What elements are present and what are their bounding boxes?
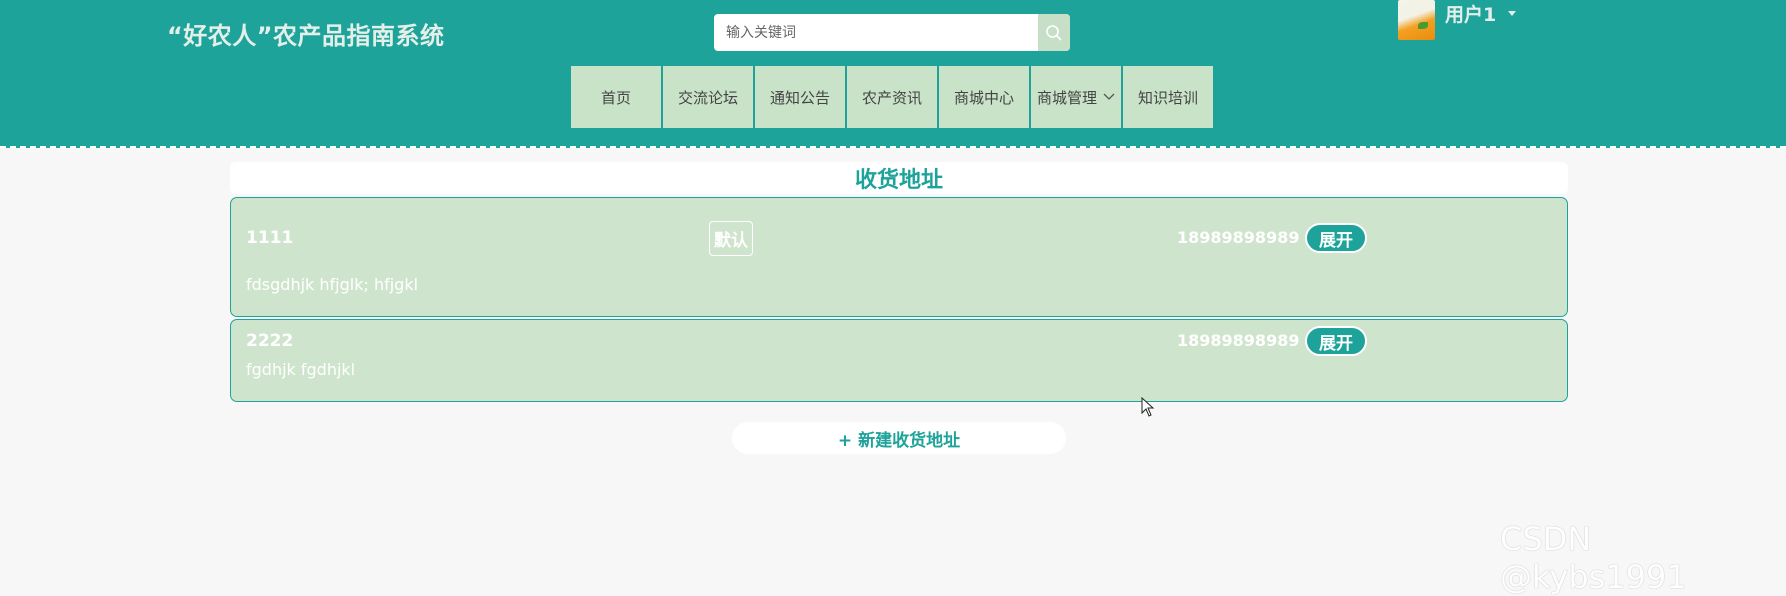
nav-item-training[interactable]: 知识培训 [1123, 66, 1213, 128]
new-address-button[interactable]: + 新建收货地址 [732, 422, 1066, 454]
nav-item-notices[interactable]: 通知公告 [755, 66, 845, 128]
main-nav: 首页 交流论坛 通知公告 农产资讯 商城中心 商城管理 知识培训 [571, 66, 1215, 128]
watermark: CSDN @kybs1991 [1500, 520, 1687, 596]
username[interactable]: 用户1 [1445, 0, 1496, 27]
address-detail: fgdhjk fgdhjkl [246, 360, 356, 379]
expand-button[interactable]: 展开 [1305, 223, 1367, 253]
search-input[interactable] [714, 14, 1038, 51]
nav-item-label: 商城管理 [1036, 88, 1097, 107]
nav-item-mall-management[interactable]: 商城管理 [1031, 66, 1121, 128]
site-title[interactable]: “好农人”农产品指南系统 [167, 16, 445, 51]
address-name: 2222 [246, 331, 294, 351]
search-icon [1046, 24, 1062, 41]
nav-item-news[interactable]: 农产资讯 [847, 66, 937, 128]
address-phone: 18989898989 [1177, 331, 1300, 350]
address-card: 2222 18989898989 展开 fgdhjk fgdhjkl [230, 319, 1568, 402]
page-title: 收货地址 [854, 168, 943, 193]
address-card: 1111 默认 18989898989 展开 fdsgdhjk hfjglk; … [230, 197, 1568, 317]
mouse-cursor-icon [1141, 397, 1155, 417]
address-name: 1111 [246, 228, 294, 248]
search-box [714, 14, 1070, 51]
page-title-box: 收货地址 [230, 162, 1568, 194]
default-badge[interactable]: 默认 [709, 221, 753, 256]
nav-item-mall-center[interactable]: 商城中心 [939, 66, 1029, 128]
chevron-down-icon [1103, 93, 1115, 101]
search-button[interactable] [1038, 14, 1070, 51]
address-phone: 18989898989 [1177, 228, 1300, 247]
expand-button[interactable]: 展开 [1305, 326, 1367, 356]
top-header: “好农人”农产品指南系统 用户1 首页 交流论坛 通知公告 农产资讯 商城中心 … [0, 0, 1786, 148]
caret-down-icon[interactable] [1508, 10, 1517, 16]
address-detail: fdsgdhjk hfjglk; hfjgkl [246, 275, 419, 294]
nav-item-home[interactable]: 首页 [571, 66, 661, 128]
nav-item-forum[interactable]: 交流论坛 [663, 66, 753, 128]
avatar[interactable] [1398, 0, 1435, 40]
user-menu[interactable]: 用户1 [1398, 0, 1517, 40]
